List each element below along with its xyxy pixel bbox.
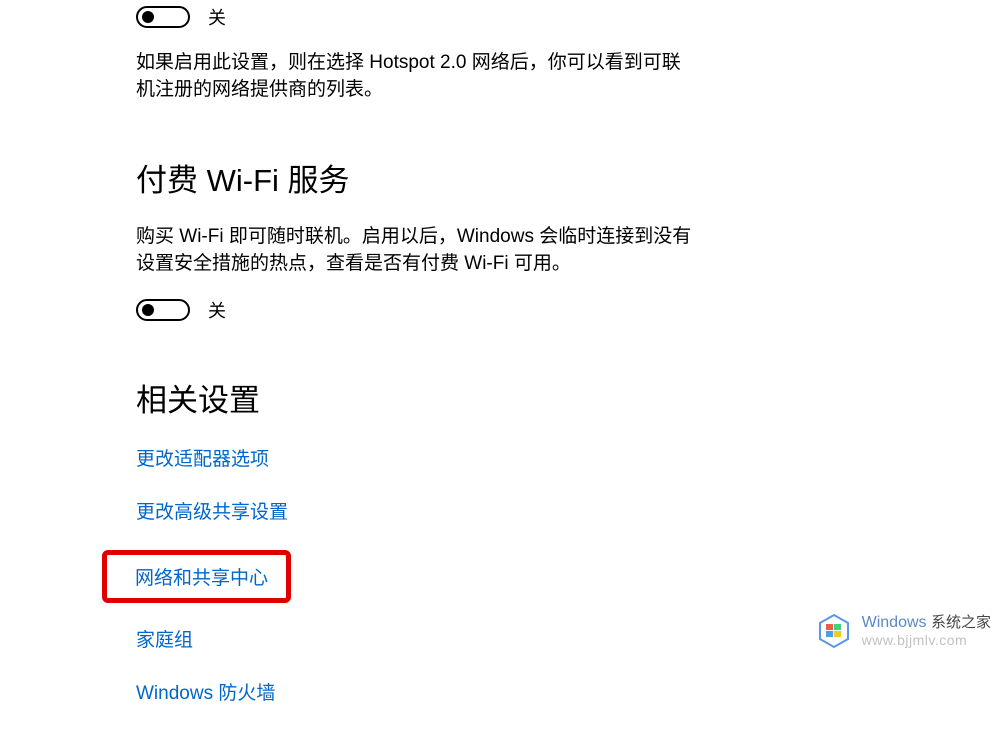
related-links-section: 更改适配器选项 更改高级共享设置 网络和共享中心 家庭组 Windows 防火墙 (136, 444, 997, 731)
link-homegroup[interactable]: 家庭组 (136, 625, 193, 652)
hotspot-description: 如果启用此设置，则在选择 Hotspot 2.0 网络后，你可以看到可联机注册的… (136, 50, 696, 103)
hotspot-toggle-row: 关 (136, 4, 997, 30)
link-change-adapter[interactable]: 更改适配器选项 (136, 444, 269, 471)
watermark: Windows 系统之家 www.bjjmlv.com (814, 613, 991, 649)
highlight-annotation: 网络和共享中心 (102, 550, 291, 603)
paid-wifi-description: 购买 Wi-Fi 即可随时联机。启用以后，Windows 会临时连接到没有设置安… (136, 224, 696, 277)
toggle-knob-icon (142, 304, 154, 316)
paid-wifi-toggle[interactable] (136, 299, 190, 321)
watermark-title: Windows 系统之家 (862, 613, 991, 632)
link-advanced-sharing[interactable]: 更改高级共享设置 (136, 497, 288, 524)
windows-logo-icon (814, 613, 854, 649)
related-settings-heading: 相关设置 (136, 375, 997, 420)
hotspot-toggle[interactable] (136, 6, 190, 28)
link-network-sharing-center[interactable]: 网络和共享中心 (135, 563, 268, 590)
toggle-knob-icon (142, 11, 154, 23)
link-windows-firewall[interactable]: Windows 防火墙 (136, 678, 275, 705)
watermark-brand-en: Windows (862, 614, 927, 631)
paid-wifi-toggle-label: 关 (208, 297, 226, 323)
watermark-text: Windows 系统之家 www.bjjmlv.com (862, 613, 991, 649)
watermark-brand-cn: 系统之家 (931, 614, 991, 631)
paid-wifi-heading: 付费 Wi-Fi 服务 (136, 155, 997, 200)
watermark-url: www.bjjmlv.com (862, 632, 991, 649)
paid-wifi-toggle-row: 关 (136, 297, 997, 323)
hotspot-toggle-label: 关 (208, 4, 226, 30)
